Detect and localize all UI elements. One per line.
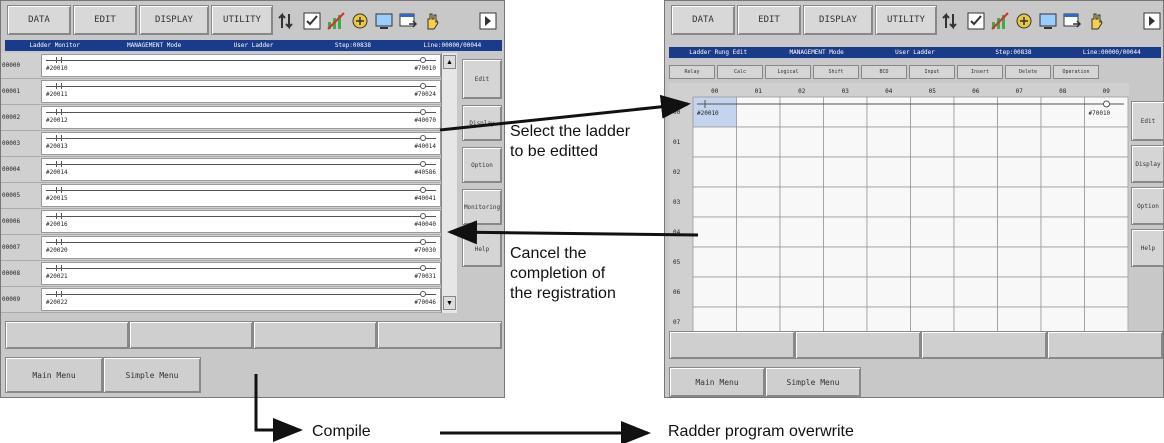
note-line: to be editted <box>510 143 599 160</box>
flow-arrows <box>254 94 699 443</box>
note-line: the registration <box>510 285 616 302</box>
compile-arrow <box>254 374 303 442</box>
overwrite-note: Radder program overwrite <box>668 423 854 440</box>
cancel-arrow <box>447 220 699 245</box>
note-line: Cancel the <box>510 245 587 262</box>
note-line: completion of <box>510 265 606 282</box>
cancel-registration-note: Cancel the completion of the registratio… <box>510 244 616 304</box>
note-line: Select the ladder <box>510 123 631 140</box>
select-ladder-note: Select the ladder to be editted <box>510 122 630 162</box>
compile-note: Compile <box>312 423 371 440</box>
